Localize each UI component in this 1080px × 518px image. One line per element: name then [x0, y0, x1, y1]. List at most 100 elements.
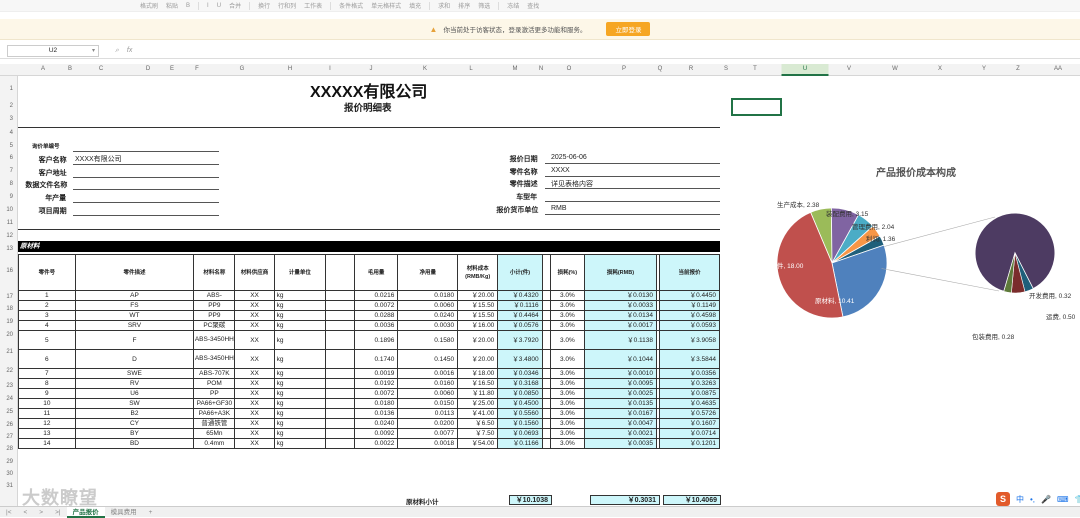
fx-icon[interactable]: fx — [127, 47, 132, 55]
row-5[interactable]: 5 — [10, 143, 13, 149]
table-cell[interactable]: ￥16.00 — [457, 320, 499, 331]
table-cell[interactable]: kg — [273, 349, 327, 369]
table-cell[interactable] — [325, 398, 356, 409]
table-cell[interactable]: 0.1740 — [354, 349, 399, 369]
table-cell[interactable]: 0.0240 — [397, 310, 459, 321]
table-cell[interactable]: XX — [234, 310, 275, 321]
table-cell[interactable]: 3.0% — [549, 438, 585, 449]
table-cell[interactable]: 3.0% — [549, 368, 585, 379]
row-20[interactable]: 20 — [6, 332, 13, 338]
table-cell[interactable]: ￥20.00 — [457, 349, 499, 369]
table-cell[interactable]: 3.0% — [549, 310, 585, 321]
table-cell[interactable]: 0.0150 — [397, 398, 459, 409]
table-cell[interactable]: 10 — [18, 398, 76, 409]
table-cell[interactable] — [541, 438, 551, 449]
table-row[interactable]: 2 FS PP9 XX kg 0.0072 0.0060 ￥15.50 ￥0.1116 3.0% ￥… — [18, 300, 720, 311]
table-cell[interactable]: ￥0.0035 — [583, 438, 658, 449]
table-row[interactable]: 11 B2 PA66+A3K XX kg 0.0136 0.0113 ￥41.00 ￥0.556… — [18, 408, 720, 419]
table-cell[interactable]: ￥0.0576 — [497, 320, 543, 331]
table-cell[interactable]: ￥3.9058 — [659, 330, 720, 350]
table-cell[interactable]: ￥0.1201 — [659, 438, 720, 449]
table-cell[interactable]: 0.0200 — [397, 418, 459, 429]
table-row[interactable]: 12 CY 普通铁管 XX kg 0.0240 0.0200 ￥6.50 ￥0.1560 3.0%… — [18, 418, 720, 429]
column-P[interactable]: P — [622, 66, 626, 72]
row-4[interactable]: 4 — [10, 130, 13, 136]
table-row[interactable]: 5 F ABS-3450HH XX kg 0.1896 0.1580 ￥20.00 ￥3.792… — [18, 330, 720, 350]
row-22[interactable]: 22 — [6, 368, 13, 374]
table-cell[interactable]: 3.0% — [549, 349, 585, 369]
column-S[interactable]: S — [724, 66, 728, 72]
tab-mold-cost[interactable]: 模具费用 — [105, 507, 143, 518]
table-cell[interactable]: 0.0060 — [397, 388, 459, 399]
login-button[interactable]: 立即登录 — [606, 22, 651, 36]
table-cell[interactable]: ￥11.80 — [457, 388, 499, 399]
table-cell[interactable] — [325, 418, 356, 429]
toolbar-item[interactable]: 查找 — [527, 1, 539, 10]
toolbar-item[interactable]: 工作表 — [304, 1, 322, 10]
table-cell[interactable]: ABS-707K — [193, 368, 236, 379]
table-cell[interactable]: 3.0% — [549, 320, 585, 331]
table-cell[interactable]: kg — [273, 320, 327, 331]
row-3[interactable]: 3 — [10, 116, 13, 122]
table-cell[interactable] — [541, 398, 551, 409]
table-cell[interactable] — [325, 310, 356, 321]
tray-icon[interactable]: S — [996, 492, 1010, 506]
table-cell[interactable]: 0.0113 — [397, 408, 459, 419]
table-cell[interactable] — [541, 388, 551, 399]
table-cell[interactable]: kg — [273, 330, 327, 350]
table-cell[interactable]: ￥0.0025 — [583, 388, 658, 399]
table-cell[interactable]: BD — [74, 438, 195, 449]
column-N[interactable]: N — [539, 66, 543, 72]
tray-icon[interactable]: 中 — [1016, 494, 1024, 505]
table-cell[interactable] — [541, 300, 551, 311]
table-cell[interactable]: XX — [234, 438, 275, 449]
table-cell[interactable]: B2 — [74, 408, 195, 419]
toolbar-item[interactable]: 冻结 — [507, 1, 519, 10]
zoom-icon[interactable]: ⌕ — [115, 47, 119, 55]
table-row[interactable]: 4 SRV PC聚碳 XX kg 0.0036 0.0030 ￥16.00 ￥0.0576 3.0… — [18, 320, 720, 331]
table-cell[interactable]: BY — [74, 428, 195, 439]
table-cell[interactable]: 0.1580 — [397, 330, 459, 350]
table-row[interactable]: 14 BD 0.4mm XX kg 0.0022 0.0018 ￥54.00 ￥0.1166 3.… — [18, 438, 720, 449]
table-cell[interactable]: XX — [234, 320, 275, 331]
row-31[interactable]: 31 — [6, 483, 13, 489]
table-cell[interactable] — [325, 378, 356, 389]
table-cell[interactable]: 6 — [18, 349, 76, 369]
table-row[interactable]: 10 SW PA66+GF30 XX kg 0.0180 0.0150 ￥25.00 ￥0.45… — [18, 398, 720, 409]
table-cell[interactable]: kg — [273, 438, 327, 449]
table-cell[interactable]: PP9 — [193, 310, 236, 321]
table-cell[interactable] — [541, 428, 551, 439]
table-cell[interactable]: ￥3.4800 — [497, 349, 543, 369]
table-cell[interactable]: ￥0.0875 — [659, 388, 720, 399]
row-21[interactable]: 21 — [6, 349, 13, 355]
table-cell[interactable]: kg — [273, 300, 327, 311]
table-cell[interactable]: 0.0022 — [354, 438, 399, 449]
table-cell[interactable]: RV — [74, 378, 195, 389]
table-cell[interactable]: 11 — [18, 408, 76, 419]
table-cell[interactable]: 4 — [18, 320, 76, 331]
column-A[interactable]: A — [41, 66, 45, 72]
table-cell[interactable]: ￥0.4500 — [497, 398, 543, 409]
row-17[interactable]: 17 — [6, 294, 13, 300]
table-cell[interactable] — [541, 368, 551, 379]
table-cell[interactable]: 0.0072 — [354, 300, 399, 311]
worksheet[interactable]: XXXXX有限公司 报价明细表 询价单编号 客户名称 客户地址 数据文件名称 年产量 项目… — [18, 76, 1080, 506]
table-cell[interactable]: XX — [234, 368, 275, 379]
table-cell[interactable]: 0.4mm — [193, 438, 236, 449]
table-cell[interactable]: ￥0.1116 — [497, 300, 543, 311]
table-cell[interactable]: 0.0192 — [354, 378, 399, 389]
table-cell[interactable]: WT — [74, 310, 195, 321]
table-cell[interactable]: ￥0.4635 — [659, 398, 720, 409]
table-cell[interactable]: SWE — [74, 368, 195, 379]
row-6[interactable]: 6 — [10, 155, 13, 161]
row-24[interactable]: 24 — [6, 396, 13, 402]
table-cell[interactable]: 8 — [18, 378, 76, 389]
table-cell[interactable]: 0.0077 — [397, 428, 459, 439]
table-cell[interactable]: ￥0.1138 — [583, 330, 658, 350]
toolbar-item[interactable]: 条件格式 — [339, 1, 363, 10]
table-cell[interactable]: FS — [74, 300, 195, 311]
table-cell[interactable]: kg — [273, 290, 327, 301]
table-cell[interactable]: 7 — [18, 368, 76, 379]
table-cell[interactable]: kg — [273, 310, 327, 321]
table-cell[interactable]: F — [74, 330, 195, 350]
